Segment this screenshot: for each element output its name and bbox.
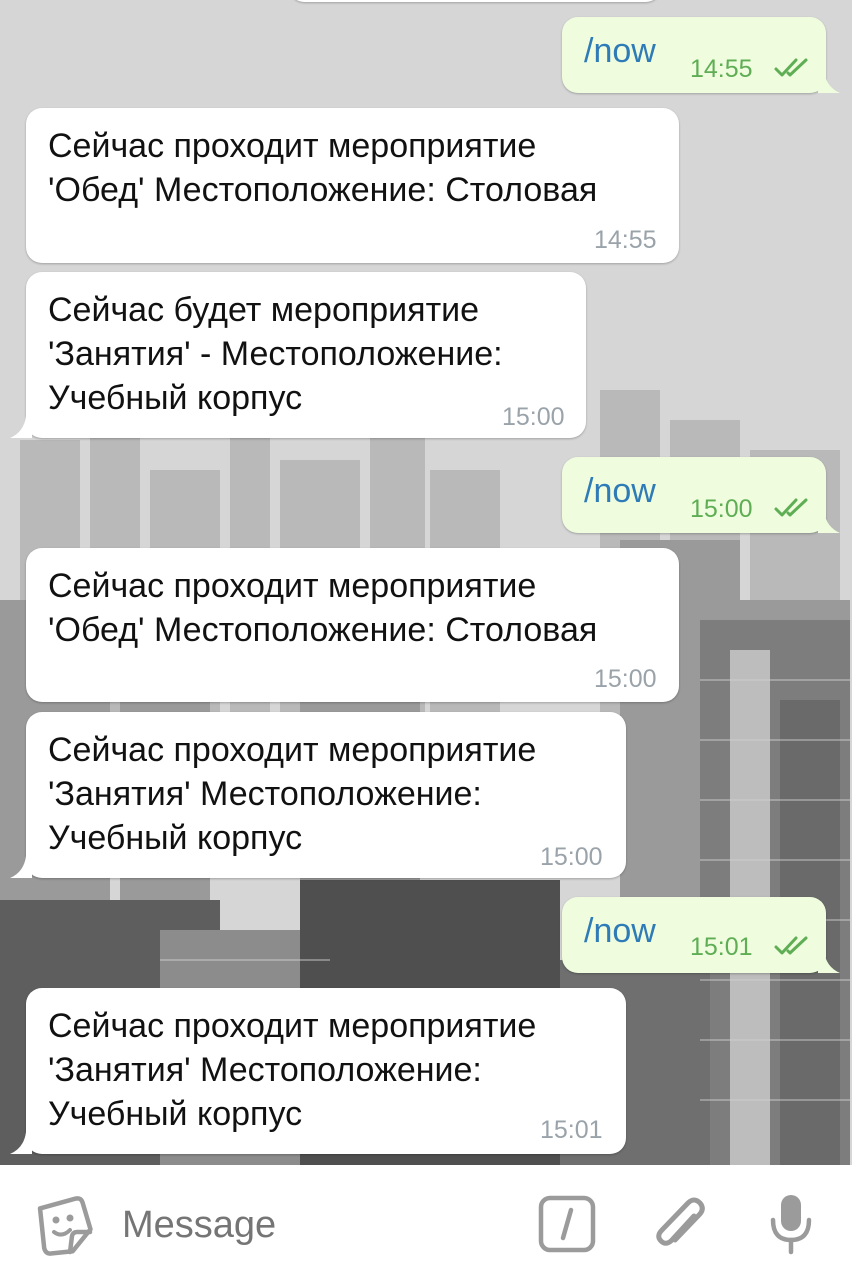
outgoing-message[interactable]: /now 15:01: [562, 897, 826, 973]
message-time: 15:00: [690, 495, 753, 523]
message-text: Сейчас проходит мероприятие 'Занятия' Ме…: [48, 731, 537, 857]
message-time: 15:01: [690, 933, 753, 961]
message-text: /now: [584, 472, 656, 510]
incoming-bubble-tail: [10, 416, 32, 438]
incoming-message[interactable]: Сейчас проходит мероприятие 'Обед' Место…: [26, 108, 679, 263]
outgoing-bubble-tail: [818, 71, 840, 93]
attach-icon[interactable]: [652, 1192, 710, 1256]
double-check-icon: [774, 498, 808, 517]
incoming-message[interactable]: Сейчас проходит мероприятие 'Занятия' Ме…: [26, 712, 626, 878]
double-check-icon: [774, 58, 808, 77]
message-time: 15:00: [502, 403, 565, 431]
message-time: 14:55: [690, 55, 753, 83]
message-text: /now: [584, 912, 656, 950]
message-text: Сейчас проходит мероприятие 'Обед' Место…: [48, 127, 598, 209]
message-time: 14:55: [594, 226, 657, 254]
outgoing-bubble-tail: [818, 951, 840, 973]
incoming-message[interactable]: Сейчас проходит мероприятие 'Обед' Место…: [26, 548, 679, 702]
microphone-icon[interactable]: [768, 1192, 814, 1256]
outgoing-message[interactable]: /now 15:00: [562, 457, 826, 533]
incoming-message[interactable]: Сейчас проходит мероприятие 'Занятия' Ме…: [26, 988, 626, 1154]
message-input[interactable]: [120, 1192, 524, 1258]
message-text: Сейчас проходит мероприятие 'Занятия' Ме…: [48, 1007, 537, 1133]
bot-command-icon[interactable]: [538, 1195, 596, 1253]
incoming-message[interactable]: Сейчас будет мероприятие 'Занятия' - Мес…: [26, 272, 586, 438]
message-text: Сейчас проходит мероприятие 'Обед' Место…: [48, 567, 598, 649]
message-text: Сейчас будет мероприятие 'Занятия' - Мес…: [48, 291, 503, 417]
outgoing-bubble-tail: [818, 511, 840, 533]
message-time: 15:01: [540, 1116, 603, 1144]
outgoing-message[interactable]: /now 14:55: [562, 17, 826, 93]
incoming-bubble-tail: [10, 1132, 32, 1154]
message-time: 15:00: [594, 665, 657, 693]
sticker-icon[interactable]: [34, 1196, 94, 1256]
incoming-bubble-tail: [10, 856, 32, 878]
double-check-icon: [774, 936, 808, 955]
message-time: 15:00: [540, 843, 603, 871]
message-text: /now: [584, 32, 656, 70]
previous-message-edge: [290, 0, 660, 2]
